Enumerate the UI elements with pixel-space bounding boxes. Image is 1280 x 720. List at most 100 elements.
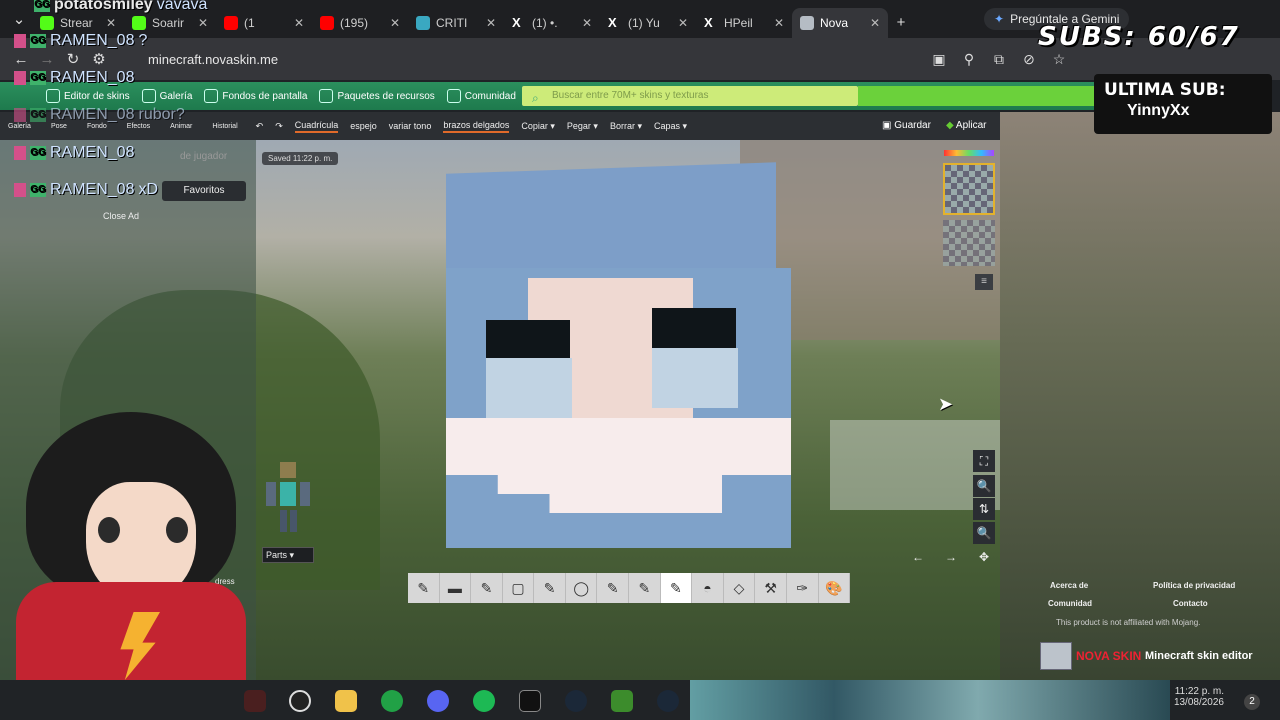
obs-icon[interactable] (289, 690, 311, 712)
folder-icon[interactable] (335, 690, 357, 712)
nav-skin-editor[interactable]: Editor de skins (46, 89, 130, 103)
redo-icon[interactable]: ↷ (275, 121, 283, 132)
erase-menu[interactable]: Borrar ▾ (610, 121, 642, 132)
close-tab-icon[interactable]: ✕ (678, 16, 688, 30)
mini-body[interactable] (280, 482, 296, 506)
zoom-icon[interactable]: ⚲ (958, 48, 980, 70)
tab-list-icon[interactable]: ⌄ (6, 6, 32, 32)
close-tab-icon[interactable]: ✕ (774, 16, 784, 30)
move-icon[interactable]: ✥ (973, 546, 995, 568)
bucket-icon[interactable]: ◓ (692, 573, 724, 603)
toggle-slim-arms[interactable]: brazos delgados (443, 120, 510, 133)
line-icon[interactable]: ▬ (440, 573, 472, 603)
brush-large-icon[interactable]: ✎ (629, 573, 661, 603)
xbox-icon[interactable] (381, 690, 403, 712)
mini-left-arm[interactable] (266, 482, 276, 506)
discord-icon[interactable] (427, 690, 449, 712)
tab-2[interactable]: (1 ✕ (216, 8, 312, 38)
toggle-mirror[interactable]: espejo (350, 121, 377, 131)
chat-message: GG RAMEN_08 (14, 69, 138, 87)
minecraft-icon[interactable] (611, 690, 633, 712)
layers-menu[interactable]: Capas ▾ (654, 121, 687, 132)
paste-menu[interactable]: Pegar ▾ (567, 121, 598, 132)
brush-medium-icon[interactable]: ✎ (597, 573, 630, 603)
tab-8-active[interactable]: Nova ✕ (792, 8, 888, 38)
chat-message: GG RAMEN_08 rubor? (14, 106, 185, 124)
eraser-icon[interactable]: ◇ (724, 573, 756, 603)
active-brush-icon[interactable]: ✎ (660, 573, 693, 603)
copy-menu[interactable]: Copiar ▾ (521, 121, 555, 132)
close-tab-icon[interactable]: ✕ (870, 16, 880, 30)
swap-icon[interactable]: ⇅ (973, 498, 995, 520)
close-tab-icon[interactable]: ✕ (582, 16, 592, 30)
rectangle-icon[interactable]: ▢ (503, 573, 535, 603)
tab-5[interactable]: X (1) •. ✕ (504, 8, 600, 38)
close-tab-icon[interactable]: ✕ (106, 16, 116, 30)
rotate-left-icon[interactable]: ← (907, 546, 929, 568)
taskbar-clock[interactable]: 11:22 p. m. 13/08/2026 (1168, 686, 1224, 708)
tab-7[interactable]: X HPeil ✕ (696, 8, 792, 38)
close-tab-icon[interactable]: ✕ (486, 16, 496, 30)
pencil-icon[interactable]: ✎ (408, 573, 440, 603)
privacy-link[interactable]: Política de privacidad (1153, 581, 1235, 590)
favorites-button[interactable]: Favoritos (162, 181, 246, 201)
eyedropper-icon[interactable]: ✑ (787, 573, 819, 603)
mini-left-leg[interactable] (280, 510, 287, 532)
contact-link[interactable]: Contacto (1173, 599, 1208, 608)
url-field[interactable]: minecraft.novaskin.me (148, 52, 278, 67)
tab-3[interactable]: (195) ✕ (312, 8, 408, 38)
tracking-icon[interactable]: ⊘ (1018, 48, 1040, 70)
circle-icon[interactable]: ◯ (566, 573, 598, 603)
epic-games-icon[interactable] (519, 690, 541, 712)
toggle-tone[interactable]: variar tono (389, 121, 432, 131)
about-link[interactable]: Acerca de (1050, 581, 1088, 590)
spotify-icon[interactable] (473, 690, 495, 712)
layer-thumbnail-selected[interactable] (943, 163, 995, 215)
nav-wallpapers[interactable]: Fondos de pantalla (204, 89, 307, 103)
parts-select[interactable]: Parts ▾ (262, 547, 314, 563)
tab-6[interactable]: X (1) Yu ✕ (600, 8, 696, 38)
app-install-icon[interactable]: ▣ (928, 48, 950, 70)
zoom-in-icon[interactable]: 🔍 (973, 475, 995, 497)
kick-icon (132, 16, 146, 30)
color-palette-strip[interactable] (944, 150, 994, 156)
toggle-grid[interactable]: Cuadrícula (294, 120, 339, 133)
nav-gallery[interactable]: Galería (141, 89, 192, 103)
skin-head-model[interactable] (446, 162, 796, 548)
cast-icon[interactable]: ⧉ (988, 48, 1010, 70)
community-link[interactable]: Comunidad (1048, 599, 1092, 608)
chat-badge-icon: GG (30, 183, 46, 197)
apply-button[interactable]: ◆ Aplicar (946, 120, 987, 131)
mini-right-arm[interactable] (300, 482, 310, 506)
brush-icon[interactable]: ✎ (471, 573, 503, 603)
new-tab-icon[interactable]: + (888, 9, 914, 35)
save-button[interactable]: ▣ Guardar (882, 120, 931, 131)
close-tab-icon[interactable]: ✕ (390, 16, 400, 30)
mini-head[interactable] (280, 462, 296, 478)
layers-menu-icon[interactable]: ≡ (975, 274, 993, 290)
tab-4[interactable]: CRITI ✕ (408, 8, 504, 38)
fullscreen-icon[interactable]: ⛶ (973, 450, 995, 472)
layer-thumbnail[interactable] (943, 220, 995, 266)
nav-community[interactable]: Comunidad (446, 89, 516, 103)
tool-history[interactable]: Historial (212, 123, 237, 130)
brush-small-icon[interactable]: ✎ (534, 573, 566, 603)
close-tab-icon[interactable]: ✕ (294, 16, 304, 30)
palette-icon[interactable]: 🎨 (819, 573, 851, 603)
player-name-input[interactable]: de jugador (180, 151, 227, 162)
close-tab-icon[interactable]: ✕ (198, 16, 208, 30)
skin-part-selector[interactable] (266, 462, 312, 534)
steam-icon-2[interactable] (657, 690, 679, 712)
mini-right-leg[interactable] (290, 510, 297, 532)
zoom-out-icon[interactable]: 🔍 (973, 522, 995, 544)
notification-badge[interactable]: 2 (1244, 694, 1260, 710)
steam-icon[interactable] (565, 690, 587, 712)
rotate-right-icon[interactable]: → (940, 546, 962, 568)
nav-resource-packs[interactable]: Paquetes de recursos (319, 89, 435, 103)
skin-search-input[interactable]: ⌕ Buscar entre 70M+ skins y texturas (522, 86, 858, 106)
close-ad-link[interactable]: Close Ad (103, 211, 139, 221)
stamp-icon[interactable]: ⚒ (755, 573, 787, 603)
undo-icon[interactable]: ↶ (256, 121, 264, 132)
editor-icon (46, 89, 60, 103)
game-app-icon[interactable] (244, 690, 266, 712)
